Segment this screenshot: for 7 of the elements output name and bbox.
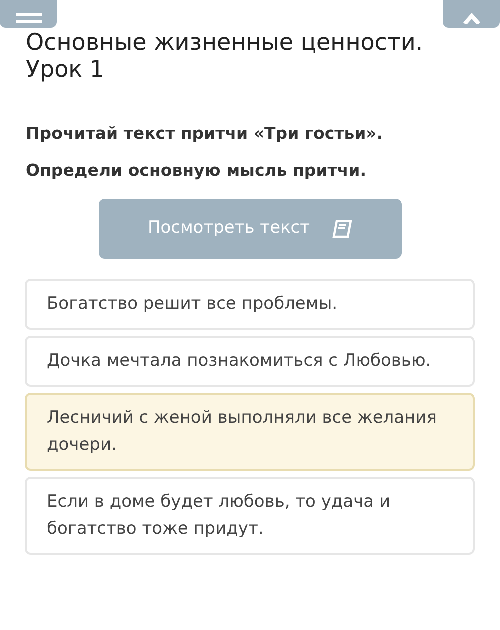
lesson-title: Основные жизненные ценности. Урок 1 <box>26 30 424 84</box>
answer-option[interactable]: Богатство решит все проблемы. <box>25 278 475 330</box>
task-instruction: Прочитай текст притчи «Три гостьи». <box>26 123 384 145</box>
answer-option[interactable]: Дочка мечтала познакомиться с Любовью. <box>25 336 475 386</box>
task-instruction: Определи основную мысль притчи. <box>26 160 368 182</box>
answer-option[interactable]: Лесничий с женой выполняли все желания дочери. <box>25 392 475 470</box>
answer-option[interactable]: Если в доме будет любовь, то удача и богатство тоже придут. <box>25 476 475 554</box>
